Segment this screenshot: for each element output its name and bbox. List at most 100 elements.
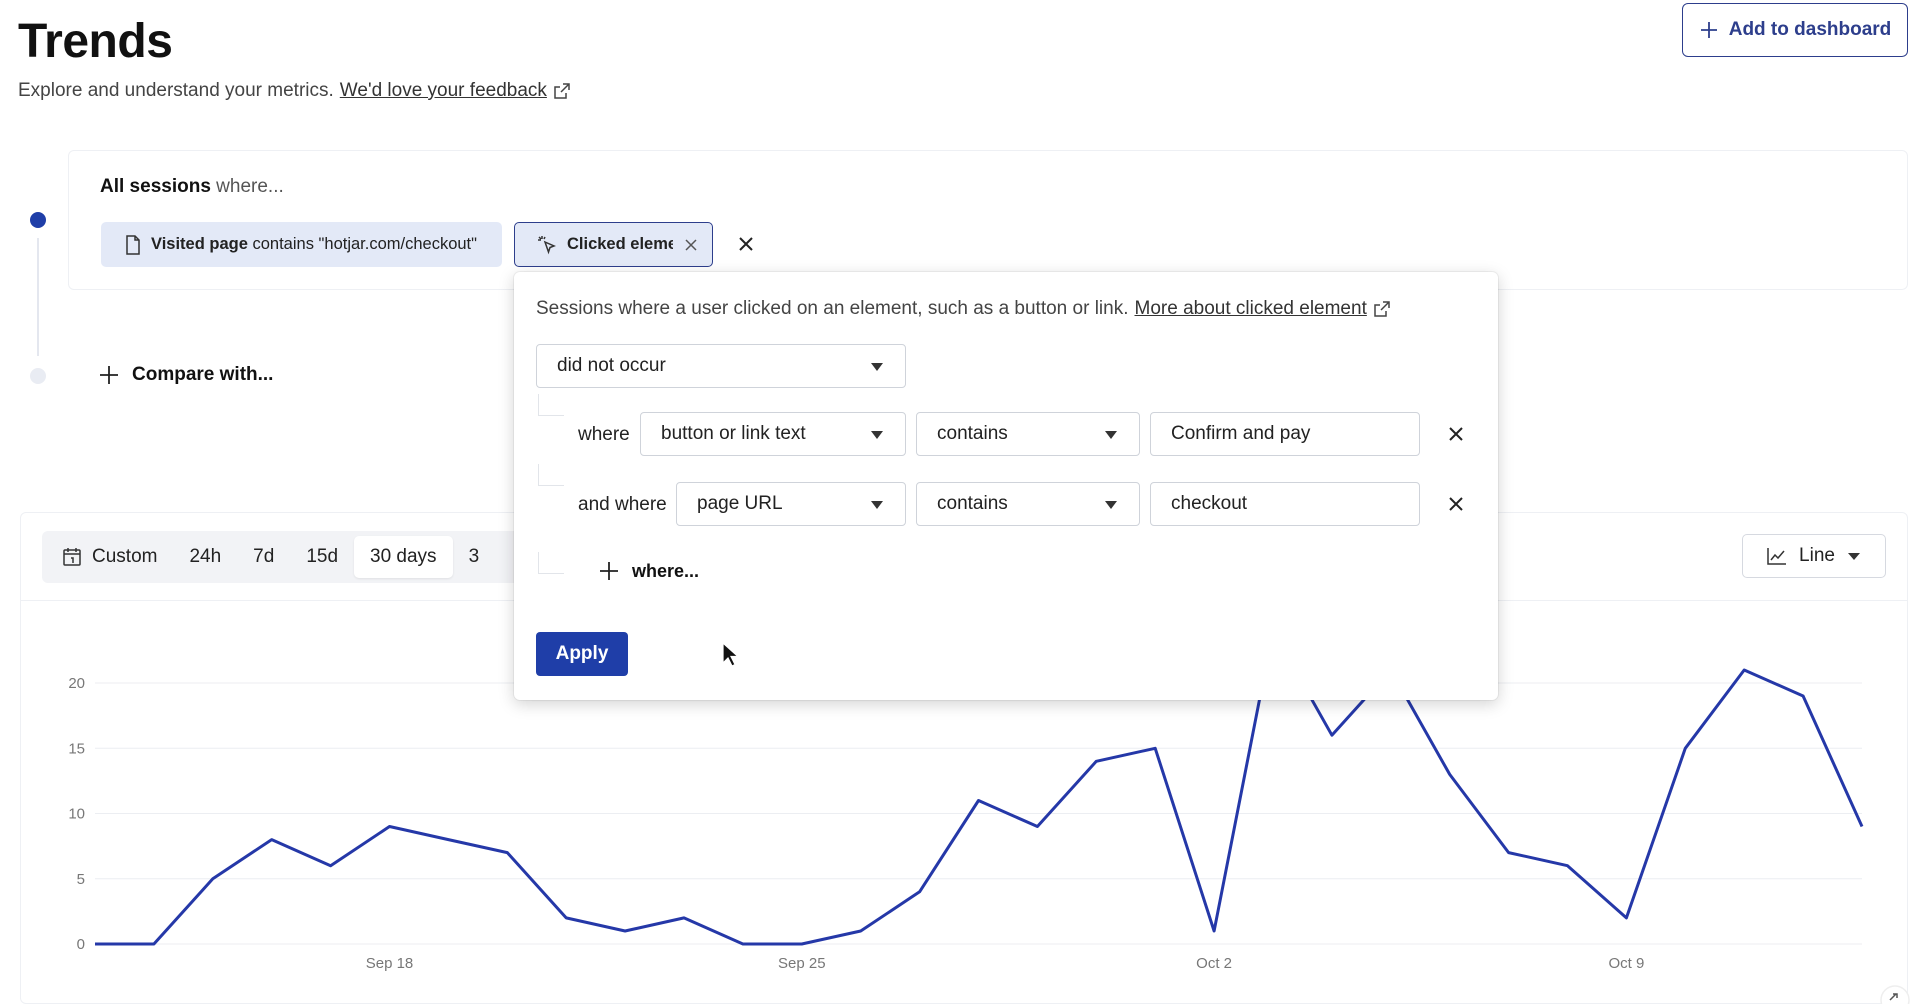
row1-value-text: Confirm and pay xyxy=(1171,423,1311,444)
range-30-days[interactable]: 30 days xyxy=(354,536,453,578)
timeline-dot-active xyxy=(30,212,46,228)
add-where-label: where... xyxy=(632,560,700,581)
link-icon[interactable] xyxy=(1880,982,1910,1004)
data-point[interactable] xyxy=(1683,746,1687,750)
occurrence-select[interactable]: did not occur xyxy=(536,344,906,388)
data-point[interactable] xyxy=(1153,746,1157,750)
y-tick-label: 5 xyxy=(77,871,85,888)
add-where-button[interactable]: where... xyxy=(598,560,699,582)
chart-type-select[interactable]: Line xyxy=(1742,534,1886,578)
range-custom[interactable]: Custom xyxy=(62,546,157,568)
x-tick-label: Oct 9 xyxy=(1608,955,1644,972)
sessions-heading: All sessions where... xyxy=(100,176,284,198)
range-custom-label: Custom xyxy=(92,546,158,567)
data-point[interactable] xyxy=(211,877,215,881)
data-point[interactable] xyxy=(741,942,745,946)
visited-chip-label-rest: contains "hotjar.com/checkout" xyxy=(252,235,478,253)
date-range-selector: Custom 24h 7d 15d 30 days 3 xyxy=(42,531,532,583)
compare-with-label: Compare with... xyxy=(132,364,274,385)
data-point[interactable] xyxy=(682,916,686,920)
row1-value-input[interactable]: Confirm and pay xyxy=(1150,412,1420,456)
timeline-dot-inactive xyxy=(30,368,46,384)
x-tick-label: Sep 18 xyxy=(366,955,414,972)
data-point[interactable] xyxy=(918,890,922,894)
range-7d[interactable]: 7d xyxy=(253,546,274,568)
data-point[interactable] xyxy=(1566,864,1570,868)
chart-type-label: Line xyxy=(1799,545,1835,566)
x-tick-label: Oct 2 xyxy=(1196,955,1232,972)
y-tick-label: 10 xyxy=(68,806,85,823)
feedback-link[interactable]: We'd love your feedback xyxy=(340,80,547,102)
occurrence-select-value: did not occur xyxy=(557,355,666,376)
data-point[interactable] xyxy=(1094,759,1098,763)
page-icon xyxy=(126,234,140,255)
remove-row1-close-icon[interactable] xyxy=(1444,422,1468,446)
data-point[interactable] xyxy=(505,851,509,855)
data-point[interactable] xyxy=(1860,825,1864,829)
visited-page-filter-chip[interactable]: Visited page contains "hotjar.com/checko… xyxy=(101,222,502,267)
data-point[interactable] xyxy=(329,864,333,868)
data-point[interactable] xyxy=(859,929,863,933)
external-link-icon[interactable] xyxy=(1373,300,1391,318)
data-point[interactable] xyxy=(1624,916,1628,920)
compare-with-button[interactable]: Compare with... xyxy=(98,364,273,386)
tree-connector xyxy=(538,552,564,574)
more-about-clicked-element-link[interactable]: More about clicked element xyxy=(1135,298,1367,320)
row2-operator-value: contains xyxy=(937,493,1008,514)
row2-operator-select[interactable]: contains xyxy=(916,482,1140,526)
sessions-filter-card xyxy=(68,150,1908,290)
data-point[interactable] xyxy=(152,942,156,946)
external-link-icon[interactable] xyxy=(553,82,571,100)
y-tick-label: 20 xyxy=(68,675,85,692)
data-point[interactable] xyxy=(1801,694,1805,698)
data-point[interactable] xyxy=(1330,733,1334,737)
plus-icon xyxy=(1700,22,1717,38)
row1-field-select[interactable]: button or link text xyxy=(640,412,906,456)
timeline-line xyxy=(37,238,39,356)
add-to-dashboard-label: Add to dashboard xyxy=(1728,19,1892,40)
sessions-heading-rest: where... xyxy=(216,176,284,197)
data-point[interactable] xyxy=(800,942,804,946)
data-point[interactable] xyxy=(1035,825,1039,829)
data-point[interactable] xyxy=(93,942,97,946)
caret-down-icon xyxy=(1847,553,1860,560)
apply-button[interactable]: Apply xyxy=(536,632,628,676)
sessions-heading-bold: All sessions xyxy=(100,176,211,197)
data-point[interactable] xyxy=(564,916,568,920)
calendar-icon xyxy=(63,548,81,566)
data-point[interactable] xyxy=(1742,668,1746,672)
data-point[interactable] xyxy=(1212,929,1216,933)
chevron-down-icon xyxy=(1105,431,1117,439)
mouse-cursor-icon xyxy=(722,642,740,667)
range-15d[interactable]: 15d xyxy=(306,546,338,568)
plus-icon xyxy=(600,562,618,580)
data-point[interactable] xyxy=(1448,772,1452,776)
tree-connector xyxy=(538,394,564,416)
data-point[interactable] xyxy=(977,798,981,802)
range-24h[interactable]: 24h xyxy=(189,546,221,568)
add-to-dashboard-button[interactable]: Add to dashboard xyxy=(1682,3,1908,57)
line-chart-icon xyxy=(1767,548,1787,565)
row1-operator-select[interactable]: contains xyxy=(916,412,1140,456)
y-tick-label: 15 xyxy=(68,740,85,757)
row2-value-input[interactable]: checkout xyxy=(1150,482,1420,526)
data-point[interactable] xyxy=(270,838,274,842)
data-point[interactable] xyxy=(446,838,450,842)
data-point[interactable] xyxy=(623,929,627,933)
subtitle-text: Explore and understand your metrics. xyxy=(18,80,334,101)
remove-filter-close-icon[interactable] xyxy=(734,232,758,256)
data-point[interactable] xyxy=(1507,851,1511,855)
chevron-down-icon xyxy=(1105,501,1117,509)
tree-connector xyxy=(538,464,564,486)
y-tick-label: 0 xyxy=(77,936,85,953)
range-more[interactable]: 3 xyxy=(469,546,480,568)
clicked-element-filter-chip[interactable]: Clicked eleme xyxy=(514,222,713,267)
click-pointer-icon xyxy=(538,235,556,254)
chip-close-icon[interactable] xyxy=(683,237,699,253)
row2-field-select[interactable]: page URL xyxy=(676,482,906,526)
row2-field-value: page URL xyxy=(697,493,783,514)
data-point[interactable] xyxy=(388,825,392,829)
remove-row2-close-icon[interactable] xyxy=(1444,492,1468,516)
row1-operator-value: contains xyxy=(937,423,1008,444)
chevron-down-icon xyxy=(871,363,883,371)
